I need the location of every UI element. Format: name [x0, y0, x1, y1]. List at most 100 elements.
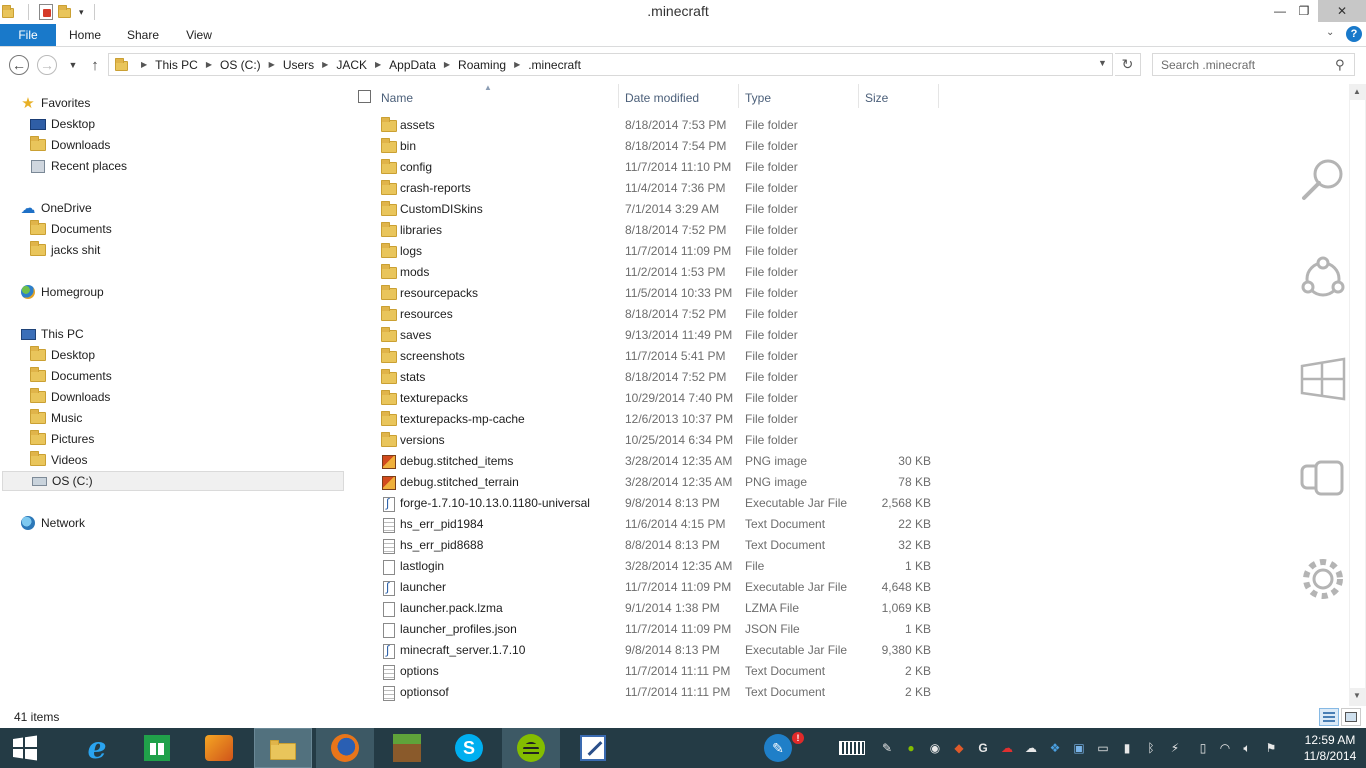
tray-pen-icon[interactable]: ✎: [880, 741, 894, 755]
nav-favorites-recent-places[interactable]: Recent places: [30, 156, 127, 176]
breadcrumb-users[interactable]: Users: [283, 58, 314, 72]
table-row[interactable]: debug.stitched_items 3/28/2014 12:35 AM PN…: [348, 451, 1338, 472]
table-row[interactable]: crash-reports 11/4/2014 7:36 PM File folde…: [348, 178, 1338, 199]
nav-this-pc-desktop[interactable]: Desktop: [30, 345, 95, 365]
chevron-right-icon[interactable]: ▶: [206, 60, 212, 69]
touch-keyboard-icon[interactable]: [838, 741, 866, 755]
settings-charm-gear-icon[interactable]: [1298, 554, 1348, 604]
taskbar-app-orange[interactable]: [190, 728, 248, 768]
nav-this-pc-pictures[interactable]: Pictures: [30, 429, 94, 449]
nav-this-pc-os-c[interactable]: OS (C:): [2, 471, 344, 491]
table-row[interactable]: options 11/7/2014 11:11 PM Text Document 2 …: [348, 661, 1338, 682]
chevron-right-icon[interactable]: ▶: [514, 60, 520, 69]
table-row[interactable]: screenshots 11/7/2014 5:41 PM File folder: [348, 346, 1338, 367]
back-button[interactable]: ←: [9, 55, 29, 75]
nav-onedrive[interactable]: ☁ OneDrive: [20, 198, 92, 218]
breadcrumb-this-pc[interactable]: This PC: [155, 58, 198, 72]
table-row[interactable]: resourcepacks 11/5/2014 10:33 PM File fold…: [348, 283, 1338, 304]
battery-icon[interactable]: ▯: [1196, 741, 1210, 755]
nav-this-pc[interactable]: This PC: [20, 324, 84, 344]
column-header-type[interactable]: Type: [745, 89, 845, 107]
wifi-icon[interactable]: ◠: [1218, 741, 1232, 755]
column-divider[interactable]: [738, 84, 739, 108]
table-row[interactable]: versions 10/25/2014 6:34 PM File folder: [348, 430, 1338, 451]
nav-onedrive-jacks-shit[interactable]: jacks shit: [30, 240, 100, 260]
recent-locations-button[interactable]: ▼: [63, 55, 83, 75]
start-button[interactable]: [0, 728, 50, 768]
table-row[interactable]: mods 11/2/2014 1:53 PM File folder: [348, 262, 1338, 283]
forward-button[interactable]: →: [37, 55, 57, 75]
nav-this-pc-videos[interactable]: Videos: [30, 450, 87, 470]
column-header-date[interactable]: Date modified: [625, 89, 735, 107]
tab-view[interactable]: View: [176, 24, 222, 46]
table-row[interactable]: forge-1.7.10-10.13.0.1180-universal 9/8/2…: [348, 493, 1338, 514]
tray-cloud-icon[interactable]: ☁: [1024, 741, 1038, 755]
breadcrumb-minecraft[interactable]: .minecraft: [528, 58, 581, 72]
taskbar-file-explorer[interactable]: [254, 728, 312, 768]
tray-spotify-icon[interactable]: ●: [904, 741, 918, 755]
scroll-down-icon[interactable]: ▼: [1353, 691, 1361, 700]
up-button[interactable]: ↑: [85, 55, 105, 75]
table-row[interactable]: bin 8/18/2014 7:54 PM File folder: [348, 136, 1338, 157]
details-view-button[interactable]: [1319, 708, 1339, 726]
nav-network[interactable]: Network: [20, 513, 85, 533]
tray-cloud-red-icon[interactable]: ☁: [1000, 741, 1014, 755]
tray-shield-icon[interactable]: ◆: [952, 741, 966, 755]
scroll-up-icon[interactable]: ▲: [1353, 87, 1361, 96]
table-row[interactable]: debug.stitched_terrain 3/28/2014 12:35 AM…: [348, 472, 1338, 493]
refresh-button[interactable]: ↻: [1115, 53, 1141, 76]
tab-home[interactable]: Home: [62, 24, 108, 46]
action-center-flag-icon[interactable]: ⚑: [1264, 741, 1278, 755]
tray-network-cable-icon[interactable]: ⚡: [1168, 741, 1182, 755]
large-icons-view-button[interactable]: [1341, 708, 1361, 726]
address-bar[interactable]: ▶ This PC ▶ OS (C:) ▶ Users ▶ JACK ▶ App…: [108, 53, 1113, 76]
table-row[interactable]: optionsof 11/7/2014 11:11 PM Text Document…: [348, 682, 1338, 703]
table-row[interactable]: libraries 8/18/2014 7:52 PM File folder: [348, 220, 1338, 241]
expand-ribbon-chevron-icon[interactable]: ⌄: [1326, 27, 1334, 38]
nav-favorites-downloads[interactable]: Downloads: [30, 135, 110, 155]
tab-share[interactable]: Share: [120, 24, 166, 46]
tray-device-icon[interactable]: ▮: [1120, 741, 1134, 755]
table-row[interactable]: lastlogin 3/28/2014 12:35 AM File 1 KB: [348, 556, 1338, 577]
column-divider[interactable]: [618, 84, 619, 108]
table-row[interactable]: saves 9/13/2014 11:49 PM File folder: [348, 325, 1338, 346]
tab-file[interactable]: File: [0, 24, 56, 46]
maximize-button[interactable]: ❐: [1292, 0, 1316, 22]
breadcrumb-os-c[interactable]: OS (C:): [220, 58, 261, 72]
table-row[interactable]: launcher_profiles.json 11/7/2014 11:09 PM…: [348, 619, 1338, 640]
table-row[interactable]: config 11/7/2014 11:10 PM File folder: [348, 157, 1338, 178]
table-row[interactable]: texturepacks 10/29/2014 7:40 PM File folde…: [348, 388, 1338, 409]
column-header-size[interactable]: Size: [865, 89, 935, 107]
start-charm-icon[interactable]: [1298, 354, 1348, 404]
column-divider[interactable]: [858, 84, 859, 108]
search-input[interactable]: [1153, 57, 1323, 72]
bluetooth-icon[interactable]: ᛒ: [1144, 741, 1158, 755]
breadcrumb-jack[interactable]: JACK: [336, 58, 367, 72]
tray-monitor-icon[interactable]: ▣: [1072, 741, 1086, 755]
chevron-right-icon[interactable]: ▶: [444, 60, 450, 69]
nav-homegroup[interactable]: Homegroup: [20, 282, 104, 302]
volume-icon[interactable]: 🔈︎: [1240, 741, 1254, 755]
address-dropdown-icon[interactable]: ▼: [1098, 58, 1107, 68]
column-divider[interactable]: [938, 84, 939, 108]
clock-date[interactable]: 11/8/2014: [1298, 749, 1362, 763]
table-row[interactable]: minecraft_server.1.7.10 9/8/2014 8:13 PM E…: [348, 640, 1338, 661]
minimize-button[interactable]: —: [1268, 0, 1292, 22]
taskbar-firefox[interactable]: [316, 728, 374, 768]
share-charm-icon[interactable]: [1298, 254, 1348, 304]
tray-dropbox-icon[interactable]: ❖: [1048, 741, 1062, 755]
table-row[interactable]: logs 11/7/2014 11:09 PM File folder: [348, 241, 1338, 262]
nav-favorites-desktop[interactable]: Desktop: [30, 114, 95, 134]
table-row[interactable]: launcher.pack.lzma 9/1/2014 1:38 PM LZMA F…: [348, 598, 1338, 619]
tray-circle-icon[interactable]: ◉: [928, 741, 942, 755]
column-header-name[interactable]: Name: [381, 89, 611, 107]
search-icon[interactable]: ⚲: [1335, 57, 1345, 73]
breadcrumb-roaming[interactable]: Roaming: [458, 58, 506, 72]
taskbar-skype[interactable]: S: [440, 728, 498, 768]
nav-this-pc-documents[interactable]: Documents: [30, 366, 112, 386]
table-row[interactable]: resources 8/18/2014 7:52 PM File folder: [348, 304, 1338, 325]
table-row[interactable]: assets 8/18/2014 7:53 PM File folder: [348, 115, 1338, 136]
table-row[interactable]: hs_err_pid8688 8/8/2014 8:13 PM Text Docum…: [348, 535, 1338, 556]
devices-charm-icon[interactable]: [1298, 454, 1348, 504]
table-row[interactable]: CustomDISkins 7/1/2014 3:29 AM File folder: [348, 199, 1338, 220]
